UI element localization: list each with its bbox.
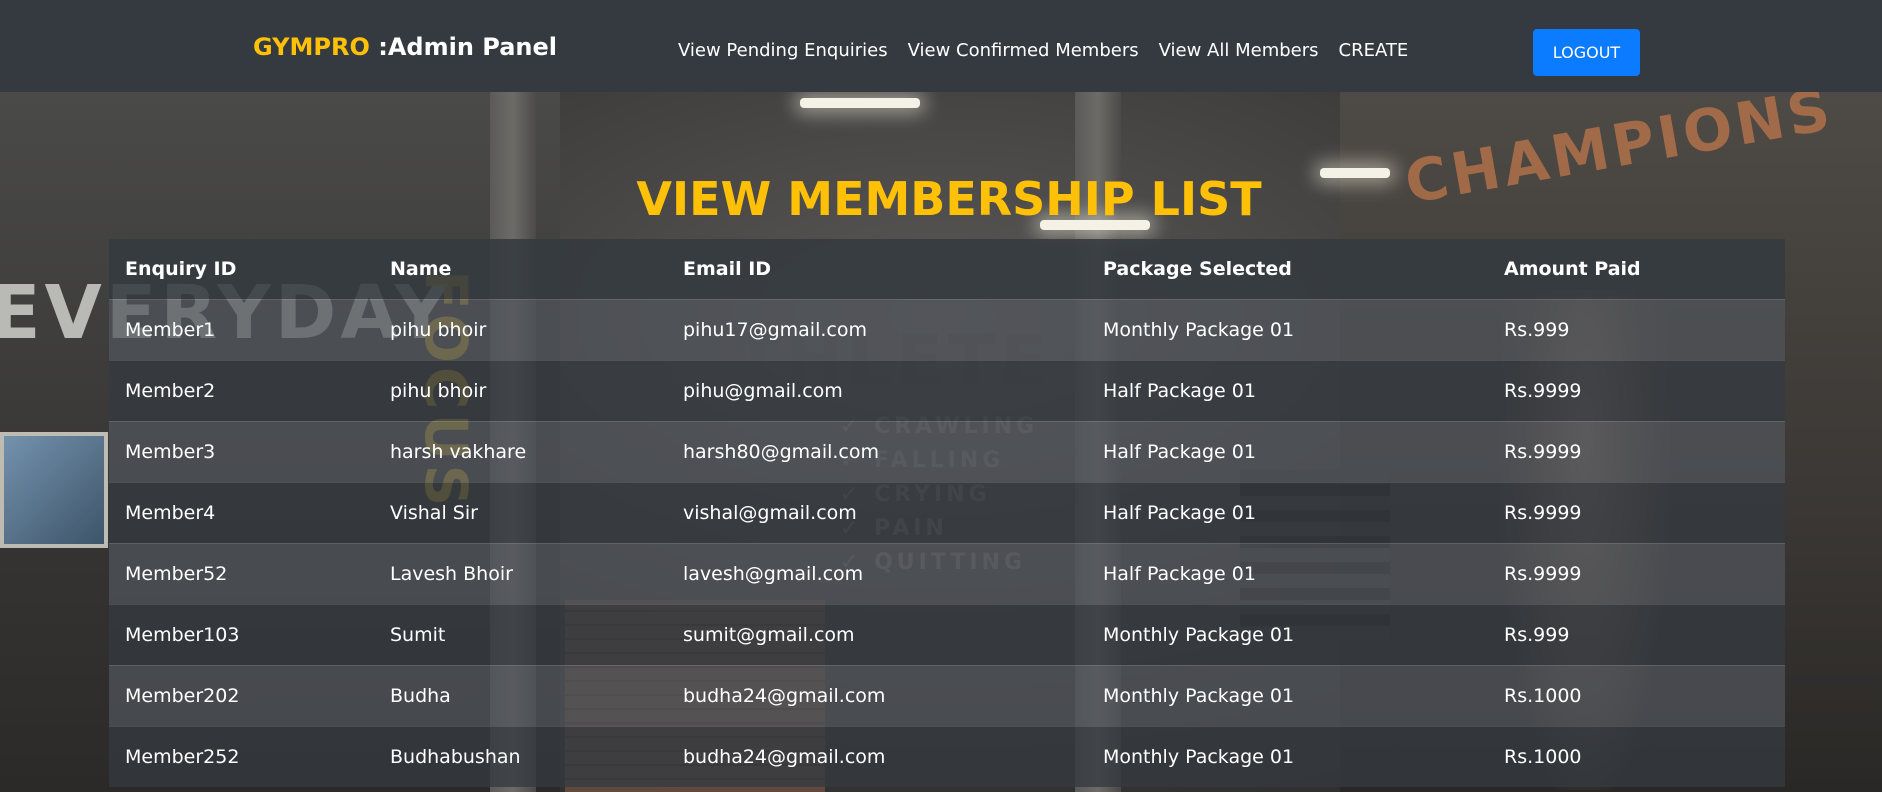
- table-row: Member4 Vishal Sir vishal@gmail.com Half…: [109, 482, 1785, 543]
- cell-email: budha24@gmail.com: [683, 745, 886, 768]
- nav-link-confirmed-members[interactable]: View Confirmed Members: [908, 40, 1139, 61]
- brand-name: GYMPRO: [253, 33, 370, 61]
- cell-enquiry-id: Member103: [125, 623, 240, 646]
- table-row: Member103 Sumit sumit@gmail.com Monthly …: [109, 604, 1785, 665]
- table-row: Member252 Budhabushan budha24@gmail.com …: [109, 726, 1785, 787]
- column-header-name: Name: [390, 257, 452, 280]
- top-navbar: GYMPRO :Admin Panel View Pending Enquiri…: [0, 0, 1882, 92]
- nav-link-pending-enquiries[interactable]: View Pending Enquiries: [678, 40, 888, 61]
- cell-name: Sumit: [390, 623, 446, 646]
- cell-package: Half Package 01: [1103, 501, 1256, 524]
- cell-name: Vishal Sir: [390, 501, 478, 524]
- cell-name: Lavesh Bhoir: [390, 562, 513, 585]
- cell-amount: Rs.9999: [1504, 379, 1582, 402]
- cell-enquiry-id: Member2: [125, 379, 216, 402]
- cell-email: sumit@gmail.com: [683, 623, 855, 646]
- page-title: VIEW MEMBERSHIP LIST: [636, 172, 1262, 226]
- table-row: Member2 pihu bhoir pihu@gmail.com Half P…: [109, 360, 1785, 421]
- column-header-amount: Amount Paid: [1504, 257, 1641, 280]
- table-row: Member1 pihu bhoir pihu17@gmail.com Mont…: [109, 299, 1785, 360]
- membership-table: Enquiry ID Name Email ID Package Selecte…: [109, 239, 1785, 787]
- cell-enquiry-id: Member3: [125, 440, 216, 463]
- nav-link-create[interactable]: CREATE: [1339, 40, 1409, 61]
- cell-package: Monthly Package 01: [1103, 684, 1295, 707]
- cell-email: pihu17@gmail.com: [683, 318, 867, 341]
- cell-package: Half Package 01: [1103, 562, 1256, 585]
- nav-link-all-members[interactable]: View All Members: [1159, 40, 1319, 61]
- cell-package: Half Package 01: [1103, 379, 1256, 402]
- cell-amount: Rs.9999: [1504, 501, 1582, 524]
- cell-amount: Rs.1000: [1504, 684, 1582, 707]
- table-header-row: Enquiry ID Name Email ID Package Selecte…: [109, 239, 1785, 299]
- table-row: Member202 Budha budha24@gmail.com Monthl…: [109, 665, 1785, 726]
- cell-name: Budha: [390, 684, 451, 707]
- cell-email: budha24@gmail.com: [683, 684, 886, 707]
- column-header-package: Package Selected: [1103, 257, 1292, 280]
- cell-package: Monthly Package 01: [1103, 623, 1295, 646]
- cell-package: Half Package 01: [1103, 440, 1256, 463]
- cell-name: harsh vakhare: [390, 440, 527, 463]
- cell-name: pihu bhoir: [390, 379, 487, 402]
- cell-email: vishal@gmail.com: [683, 501, 857, 524]
- cell-package: Monthly Package 01: [1103, 318, 1295, 341]
- brand-logo[interactable]: GYMPRO :Admin Panel: [253, 33, 557, 61]
- cell-amount: Rs.999: [1504, 623, 1570, 646]
- logout-button[interactable]: LOGOUT: [1533, 29, 1640, 76]
- table-row: Member52 Lavesh Bhoir lavesh@gmail.com H…: [109, 543, 1785, 604]
- cell-amount: Rs.9999: [1504, 562, 1582, 585]
- cell-name: Budhabushan: [390, 745, 521, 768]
- table-row: Member3 harsh vakhare harsh80@gmail.com …: [109, 421, 1785, 482]
- cell-email: harsh80@gmail.com: [683, 440, 880, 463]
- cell-email: pihu@gmail.com: [683, 379, 843, 402]
- cell-amount: Rs.9999: [1504, 440, 1582, 463]
- cell-package: Monthly Package 01: [1103, 745, 1295, 768]
- cell-name: pihu bhoir: [390, 318, 487, 341]
- column-header-email: Email ID: [683, 257, 772, 280]
- cell-enquiry-id: Member1: [125, 318, 216, 341]
- cell-enquiry-id: Member4: [125, 501, 216, 524]
- cell-amount: Rs.1000: [1504, 745, 1582, 768]
- cell-enquiry-id: Member52: [125, 562, 228, 585]
- cell-enquiry-id: Member202: [125, 684, 240, 707]
- cell-amount: Rs.999: [1504, 318, 1570, 341]
- cell-enquiry-id: Member252: [125, 745, 240, 768]
- nav-links: View Pending Enquiries View Confirmed Me…: [678, 40, 1408, 61]
- bg-picture-frame: [0, 432, 108, 548]
- brand-subtitle: :Admin Panel: [369, 33, 558, 61]
- bg-ceiling-light: [800, 98, 920, 108]
- column-header-enquiry-id: Enquiry ID: [125, 257, 237, 280]
- membership-table-container: Enquiry ID Name Email ID Package Selecte…: [109, 239, 1785, 787]
- cell-email: lavesh@gmail.com: [683, 562, 864, 585]
